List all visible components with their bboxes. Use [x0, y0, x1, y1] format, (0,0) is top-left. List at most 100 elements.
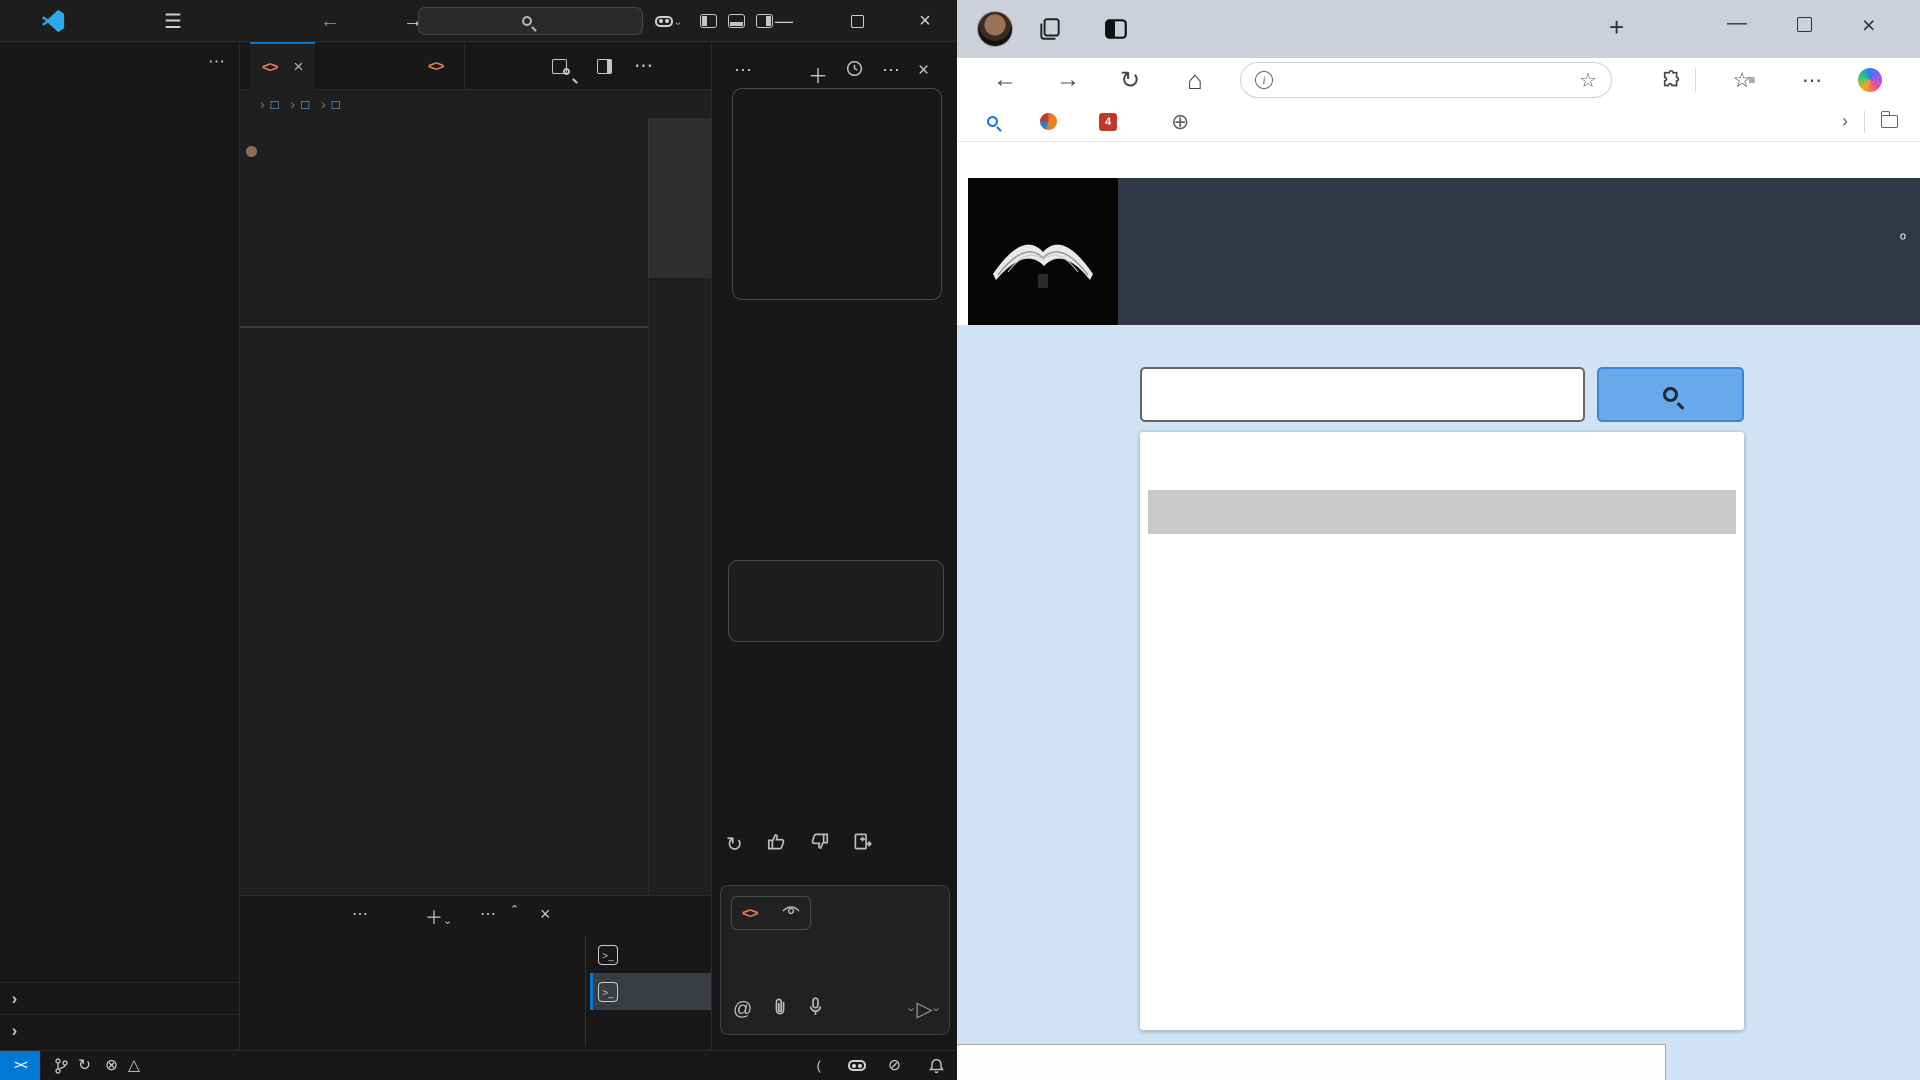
- mention-icon[interactable]: @: [733, 999, 752, 1021]
- other-favorites[interactable]: [1881, 115, 1906, 128]
- fold-divider: [240, 326, 711, 328]
- chat-overflow-icon[interactable]: ⋯: [734, 60, 752, 81]
- close-tab-icon[interactable]: ×: [294, 57, 304, 77]
- split-window-icon[interactable]: [1103, 16, 1129, 47]
- symbol-cube-icon: □: [332, 97, 340, 112]
- notifications-bell-icon[interactable]: [928, 1057, 945, 1075]
- home-icon[interactable]: ⌂: [1179, 58, 1211, 102]
- sidebar-section-structure[interactable]: ›: [0, 982, 240, 1014]
- profile-avatar[interactable]: [977, 11, 1013, 47]
- powershell-icon: >_: [598, 945, 618, 965]
- webpage: o: [957, 142, 1920, 1080]
- vscode-maximize-button[interactable]: [843, 0, 871, 42]
- chat-code-block: [728, 560, 944, 642]
- command-center-search[interactable]: [418, 7, 643, 35]
- code-editor[interactable]: [240, 118, 711, 895]
- search-button[interactable]: [1597, 367, 1744, 422]
- send-options-icon[interactable]: ›: [929, 1007, 944, 1011]
- favorite-drivers-bios[interactable]: 4: [1099, 113, 1125, 131]
- workspaces-icon[interactable]: [1037, 16, 1063, 47]
- toggle-panel-icon[interactable]: [723, 0, 749, 42]
- maximize-panel-icon[interactable]: ˆ: [512, 904, 517, 922]
- terminal-instance-powershell[interactable]: >_: [590, 936, 711, 973]
- terminal-more-icon[interactable]: ⋯: [352, 904, 368, 924]
- language-mode[interactable]: (: [817, 1058, 826, 1073]
- open-preview-icon[interactable]: [540, 42, 582, 90]
- settings-more-icon[interactable]: ⋯: [1797, 58, 1827, 102]
- sync-icon[interactable]: ↻: [78, 1056, 91, 1075]
- explorer-more-icon[interactable]: ⋯: [208, 52, 225, 72]
- globe-icon[interactable]: ⊕: [1171, 109, 1189, 135]
- vscode-minimize-button[interactable]: —: [770, 0, 798, 42]
- chat-input-box[interactable]: <> @ ›▷›: [720, 885, 950, 1035]
- close-chat-icon[interactable]: ×: [918, 60, 929, 82]
- thumbs-down-icon[interactable]: [810, 832, 829, 857]
- attach-icon[interactable]: [772, 997, 788, 1022]
- copilot-icon[interactable]: ⌄: [652, 0, 686, 42]
- eye-icon[interactable]: [782, 903, 800, 923]
- favorite-sites-suggeres[interactable]: [987, 116, 1006, 127]
- breadcrumb[interactable]: › □ › □ › □: [240, 90, 711, 118]
- site-title: o: [1900, 228, 1906, 254]
- result-item[interactable]: [1148, 578, 1736, 622]
- editor-more-actions-icon[interactable]: ⋯: [622, 42, 665, 90]
- search-icon: [987, 116, 998, 127]
- favorites-list-icon[interactable]: ☆≡: [1727, 58, 1761, 102]
- chat-quote-box: [732, 88, 942, 300]
- favorites-overflow-chevron[interactable]: ›: [1842, 111, 1848, 132]
- edge-close-button[interactable]: ×: [1862, 12, 1875, 39]
- edge-maximize-button[interactable]: [1797, 15, 1812, 38]
- insert-into-file-icon[interactable]: [853, 832, 872, 857]
- browser-forward-icon[interactable]: →: [1052, 58, 1084, 102]
- gutter-dot[interactable]: [246, 146, 257, 157]
- editor-group: <> × <> ⋯ › □ › □ ›: [240, 42, 711, 895]
- terminal-instance-powershell-active[interactable]: >_: [590, 973, 711, 1010]
- browser-back-icon[interactable]: ←: [989, 58, 1021, 102]
- favorites-bar: 4 ⊕ ›: [957, 102, 1920, 142]
- address-bar[interactable]: i ☆: [1240, 62, 1612, 98]
- extensions-puzzle-icon[interactable]: [1657, 58, 1687, 102]
- favorite-choix[interactable]: [1040, 113, 1065, 130]
- copilot-chat-panel: ⋯ ＋ ⋯ × ↻: [711, 42, 957, 1050]
- word-search-input[interactable]: [1140, 367, 1585, 422]
- remote-indicator[interactable]: ><: [0, 1051, 40, 1080]
- port-forward[interactable]: ⊘: [888, 1056, 906, 1075]
- html-file-icon: <>: [742, 905, 758, 922]
- sidebar-section-chronologie[interactable]: ›: [0, 1014, 240, 1046]
- chevron-icon: ›: [6, 989, 23, 1009]
- favorite-star-icon[interactable]: ☆: [1579, 68, 1597, 93]
- tab-index-html[interactable]: <> ×: [250, 42, 315, 90]
- menu-icon[interactable]: ☰: [155, 0, 191, 42]
- customize-layout-icon[interactable]: [695, 0, 721, 42]
- back-icon[interactable]: ←: [315, 0, 345, 42]
- new-terminal-icon[interactable]: ＋⌄: [425, 904, 452, 930]
- new-tab-icon[interactable]: +: [1609, 12, 1624, 43]
- result-item[interactable]: [1148, 534, 1736, 578]
- site-info-icon[interactable]: i: [1255, 71, 1273, 89]
- minimap-slider[interactable]: [648, 118, 711, 278]
- screen: ☰ ← → ⌄ — × ⋯ ›: [0, 0, 1920, 1080]
- close-panel-icon[interactable]: ×: [540, 904, 551, 925]
- html-file-icon: <>: [262, 59, 278, 76]
- context-chip[interactable]: <>: [731, 896, 811, 930]
- vscode-titlebar: ☰ ← → ⌄ — ×: [0, 0, 957, 42]
- terminal-overflow-icon[interactable]: ⋯: [480, 904, 496, 924]
- split-editor-icon[interactable]: [585, 42, 624, 90]
- refresh-icon[interactable]: ↻: [1114, 58, 1146, 102]
- thumbs-up-icon[interactable]: [767, 832, 786, 857]
- html-file-icon: <>: [428, 58, 444, 75]
- edge-copilot-icon[interactable]: [1855, 58, 1885, 102]
- result-item-selected[interactable]: [1148, 490, 1736, 534]
- new-chat-icon[interactable]: ＋: [808, 60, 828, 89]
- copilot-status-icon[interactable]: [848, 1060, 866, 1071]
- chat-history-icon[interactable]: [846, 60, 863, 82]
- tab-pdf-file-html[interactable]: <>: [416, 42, 465, 90]
- problems-indicator[interactable]: ⊗ △: [105, 1056, 145, 1075]
- regenerate-icon[interactable]: ↻: [726, 832, 743, 857]
- mic-icon[interactable]: [808, 997, 823, 1022]
- chat-feedback-row: ↻: [726, 832, 872, 857]
- edge-minimize-button[interactable]: —: [1727, 12, 1747, 35]
- git-branch[interactable]: ↻: [54, 1056, 91, 1075]
- vscode-close-button[interactable]: ×: [911, 0, 939, 42]
- chat-more-icon[interactable]: ⋯: [882, 60, 900, 81]
